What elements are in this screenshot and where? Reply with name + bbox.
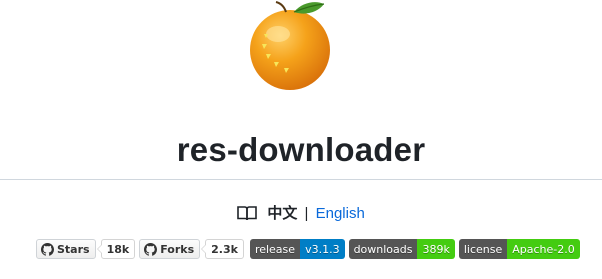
forks-count[interactable]: 2.3k [201, 239, 244, 259]
stars-label: Stars [57, 242, 90, 256]
language-switcher: 中文 | English [0, 204, 602, 227]
github-forks-badge[interactable]: Forks 2.3k [139, 239, 244, 259]
release-badge-value: v3.1.3 [300, 239, 345, 259]
downloads-badge-value: 389k [417, 239, 455, 259]
license-badge-label: license [458, 239, 508, 259]
downloads-badge[interactable]: downloads 389k [348, 239, 455, 259]
title-divider [0, 179, 602, 180]
license-badge-value: Apache-2.0 [507, 239, 580, 259]
stars-button[interactable]: Stars [36, 239, 96, 259]
badge-row: Stars 18k Forks 2.3k release v3.1.3 down… [36, 239, 580, 259]
language-current: 中文 [267, 205, 298, 222]
language-separator: | [304, 205, 309, 222]
logo [244, 0, 336, 92]
release-badge[interactable]: release v3.1.3 [249, 239, 345, 259]
forks-button[interactable]: Forks [139, 239, 201, 259]
page-title: res-downloader [176, 131, 426, 168]
forks-label: Forks [160, 242, 195, 256]
github-stars-badge[interactable]: Stars 18k [36, 239, 136, 259]
github-icon [144, 242, 158, 256]
release-badge-label: release [249, 239, 301, 259]
language-english-link[interactable]: English [316, 205, 365, 222]
book-icon [237, 205, 257, 227]
stars-count[interactable]: 18k [96, 239, 136, 259]
orange-fruit-icon [250, 1, 330, 90]
github-icon [41, 242, 54, 256]
license-badge[interactable]: license Apache-2.0 [458, 239, 580, 259]
downloads-badge-label: downloads [348, 239, 418, 259]
